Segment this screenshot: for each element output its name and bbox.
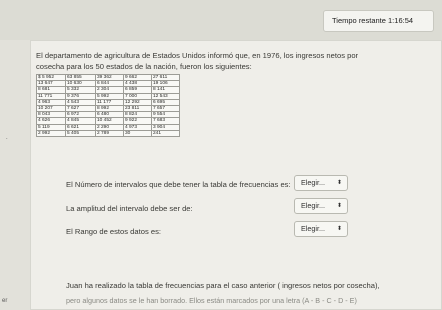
chevron-updown-icon: ⬍ — [336, 226, 342, 232]
table-row: 2 992 5 405 2 789 30 241 — [36, 129, 180, 138]
intervals-select[interactable]: Elegir... ⬍ — [294, 175, 348, 191]
range-select-value: Elegir... — [301, 224, 325, 233]
table-cell: 241 — [151, 129, 180, 138]
time-remaining-box: Tiempo restante 1:16:54 — [323, 10, 434, 32]
intro-line-1: El departamento de agricultura de Estado… — [36, 51, 359, 60]
side-bullet: . — [6, 135, 8, 141]
chevron-updown-icon: ⬍ — [336, 203, 342, 209]
chevron-updown-icon: ⬍ — [336, 180, 342, 186]
amplitude-select-value: Elegir... — [301, 201, 325, 210]
timer-value: 1:16:54 — [388, 16, 414, 25]
table-cell: 2 789 — [95, 129, 124, 138]
followup-question-text-2: pero algunos datos se le han borrado. El… — [66, 296, 357, 305]
intervals-select-value: Elegir... — [301, 178, 325, 187]
left-side-panel: . er — [0, 40, 30, 310]
table-cell: 5 405 — [65, 129, 96, 138]
table-cell: 30 — [123, 129, 152, 138]
question-range-label: El Rango de estos datos es: — [66, 227, 161, 236]
question-amplitude-label: La amplitud del intervalo debe ser de: — [66, 204, 193, 213]
side-letter: er — [2, 298, 8, 304]
question-intervals-label: El Número de intervalos que debe tener l… — [66, 180, 291, 189]
amplitude-select[interactable]: Elegir... ⬍ — [294, 198, 348, 214]
table-cell: 2 992 — [36, 129, 66, 138]
timer-label: Tiempo restante — [332, 16, 386, 25]
range-select[interactable]: Elegir... ⬍ — [294, 221, 348, 237]
intro-line-2: cosecha para los 50 estados de la nación… — [36, 62, 252, 71]
followup-question-text: Juan ha realizado la tabla de frecuencia… — [66, 281, 380, 290]
income-data-table: $ 5 952 63 855 39 362 9 662 27 611 13 647 10 6… — [36, 73, 180, 138]
question-intro: El departamento de agricultura de Estado… — [36, 50, 436, 72]
